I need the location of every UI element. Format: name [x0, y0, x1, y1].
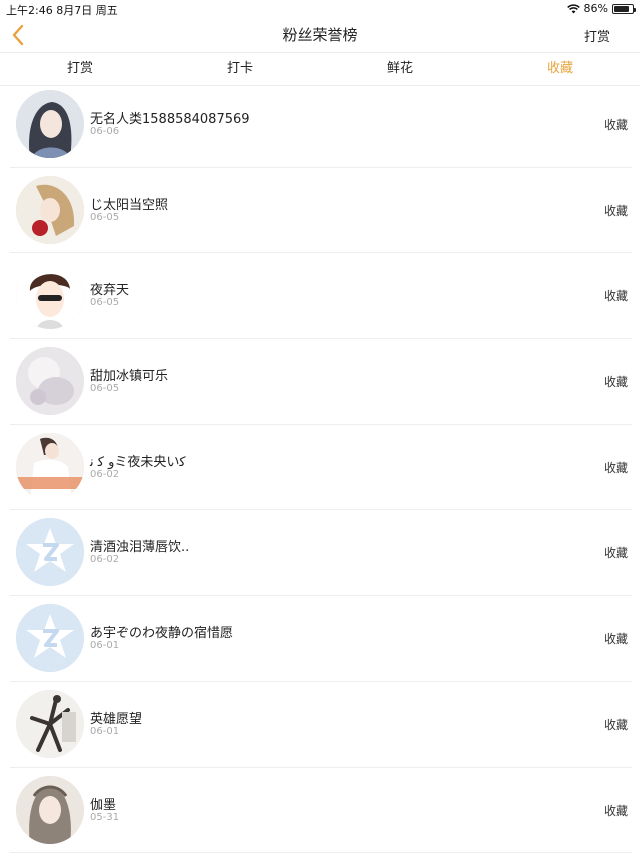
fan-name: ﻭ ﮐ ﻧミ夜未央いﮐ: [90, 454, 186, 470]
status-bar: 上午2:46 8月7日 周五 86%: [0, 0, 640, 18]
tab-bar: 打赏 打卡 鲜花 收藏: [0, 52, 640, 86]
page-title: 粉丝荣誉榜: [282, 26, 358, 44]
fan-list: 无名人类1588584087569 06-06 收藏 じ太阳当空照 06-05 …: [0, 82, 640, 853]
fan-name: 无名人类1588584087569: [90, 112, 250, 127]
reward-button[interactable]: 打赏: [584, 26, 610, 45]
avatar: [16, 689, 84, 758]
list-item[interactable]: じ太阳当空照 06-05 收藏: [10, 168, 632, 254]
fan-date: 05-31: [90, 811, 120, 823]
tab-flowers[interactable]: 鲜花: [320, 53, 480, 85]
avatar: [16, 261, 84, 330]
list-item[interactable]: 清酒浊泪薄唇饮.. 06-02 收藏: [10, 510, 632, 597]
list-item[interactable]: 夜弃天 06-05 收藏: [10, 253, 632, 340]
nav-bar: 粉丝荣誉榜 打赏: [0, 18, 640, 52]
row-action-label: 收藏: [603, 632, 628, 647]
list-item[interactable]: 英雄愿望 06-01 收藏: [10, 682, 632, 768]
status-time-date: 上午2:46 8月7日 周五: [6, 4, 118, 17]
fan-name: あ宇ぞのわ夜静の宿惜愿: [90, 626, 234, 642]
fan-date: 06-05: [90, 383, 120, 395]
fan-date: 06-01: [90, 725, 120, 737]
list-item[interactable]: 无名人类1588584087569 06-06 收藏: [10, 82, 632, 168]
wifi-icon: [566, 3, 580, 13]
fan-name: 夜弃天: [90, 283, 130, 299]
list-item[interactable]: 甜加冰镇可乐 06-05 收藏: [10, 339, 632, 425]
battery-icon: [612, 3, 636, 14]
row-action-label: 收藏: [603, 460, 628, 475]
avatar: [16, 775, 84, 844]
avatar: [16, 347, 84, 416]
row-action-label: 收藏: [603, 803, 628, 818]
row-action-label: 收藏: [603, 375, 628, 390]
fan-date: 06-02: [90, 554, 120, 566]
fan-date: 06-01: [90, 640, 120, 652]
list-item[interactable]: あ宇ぞのわ夜静の宿惜愿 06-01 收藏: [10, 596, 632, 682]
battery-percent: 86%: [583, 2, 608, 15]
row-action-label: 收藏: [603, 118, 628, 132]
list-item[interactable]: 伽墨 05-31 收藏: [10, 768, 632, 853]
fan-name: じ太阳当空照: [90, 197, 169, 213]
fan-name: 甜加冰镇可乐: [90, 369, 169, 385]
avatar: [16, 175, 84, 244]
row-action-label: 收藏: [603, 546, 628, 561]
status-right: 86%: [566, 2, 636, 15]
tab-checkin[interactable]: 打卡: [160, 53, 320, 85]
list-item[interactable]: ﻭ ﮐ ﻧミ夜未央いﮐ 06-02 收藏: [10, 425, 632, 511]
avatar: [16, 432, 84, 501]
avatar: [16, 90, 84, 158]
fan-date: 06-06: [90, 126, 120, 137]
row-action-label: 收藏: [603, 717, 628, 732]
avatar: [16, 518, 84, 587]
fan-name: 伽墨: [90, 797, 117, 813]
fan-name: 英雄愿望: [90, 711, 143, 727]
fan-name: 清酒浊泪薄唇饮..: [90, 540, 190, 556]
row-action-label: 收藏: [603, 289, 628, 304]
row-action-label: 收藏: [603, 203, 628, 218]
avatar: [16, 604, 84, 673]
fan-date: 06-05: [90, 211, 120, 223]
tab-reward[interactable]: 打赏: [0, 53, 160, 85]
fan-date: 06-02: [90, 468, 120, 480]
fan-date: 06-05: [90, 297, 120, 309]
tab-favorites[interactable]: 收藏: [480, 53, 640, 85]
